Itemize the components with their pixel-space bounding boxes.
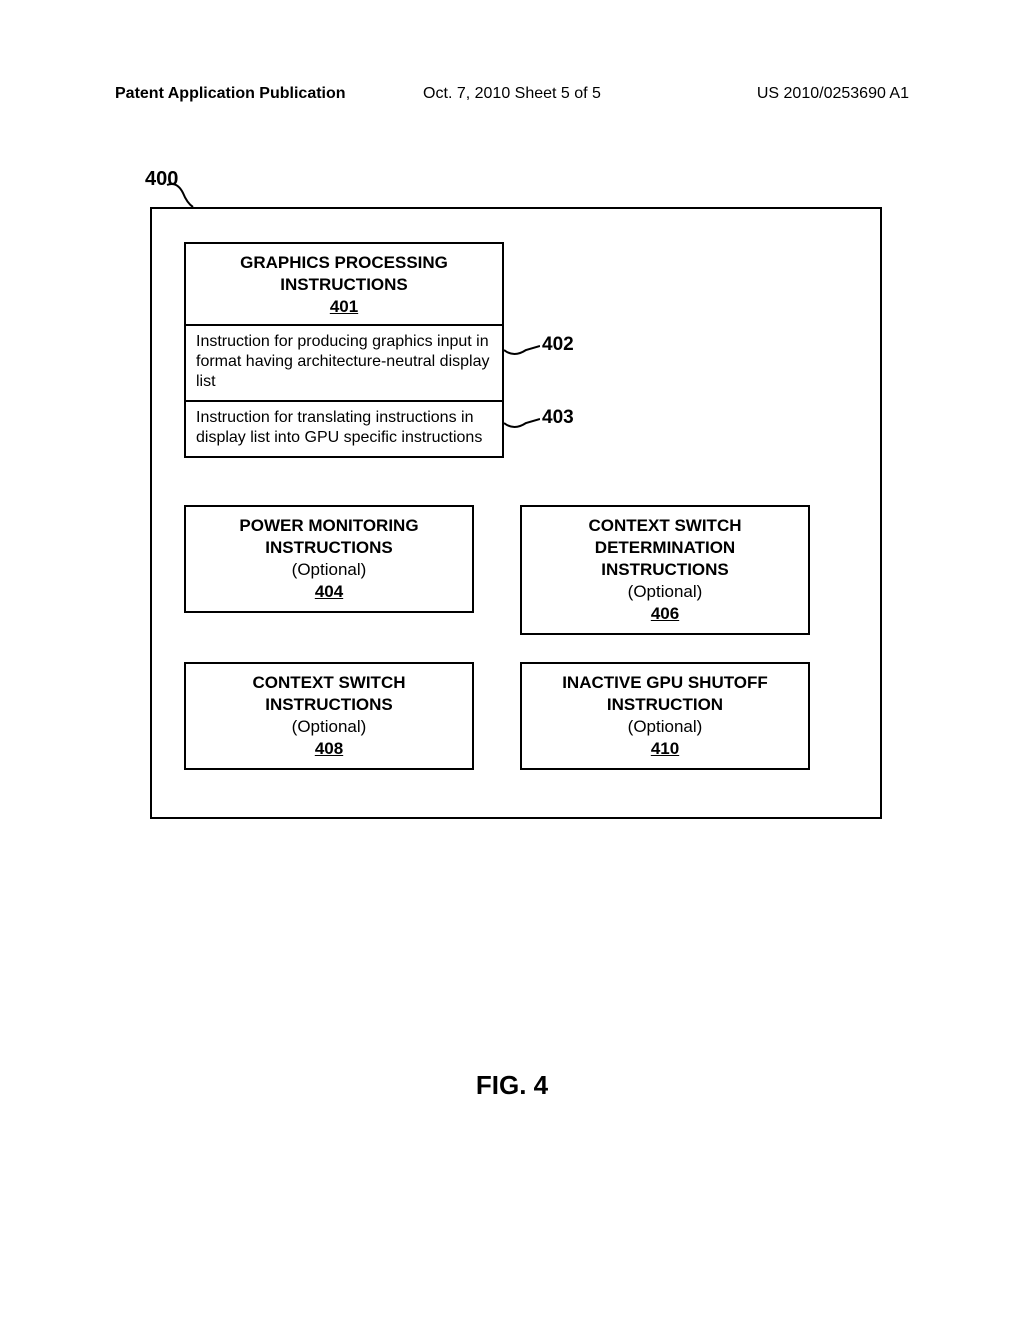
header-right: US 2010/0253690 A1 [757, 85, 909, 103]
box-graphics-processing: GRAPHICS PROCESSING INSTRUCTIONS 401 Ins… [184, 242, 504, 458]
leader-line-403-icon [504, 413, 540, 433]
box-410-ref: 410 [532, 738, 798, 760]
box-401-sub1: Instruction for producing graphics input… [186, 324, 502, 400]
box-410-title2: INSTRUCTION [532, 694, 798, 716]
box-406-ref: 406 [532, 603, 798, 625]
box-406-title1: CONTEXT SWITCH [532, 515, 798, 537]
main-container-box: GRAPHICS PROCESSING INSTRUCTIONS 401 Ins… [150, 207, 882, 819]
leader-curve-icon [165, 183, 195, 208]
box-401-sub2: Instruction for translating instructions… [186, 400, 502, 456]
box-406-title2: DETERMINATION [532, 537, 798, 559]
box-power-monitoring: POWER MONITORING INSTRUCTIONS (Optional)… [184, 505, 474, 613]
box-401-header: GRAPHICS PROCESSING INSTRUCTIONS 401 [186, 244, 502, 324]
box-408-ref: 408 [196, 738, 462, 760]
box-404-ref: 404 [196, 581, 462, 603]
leader-line-402-icon [504, 340, 540, 360]
box-context-switch: CONTEXT SWITCH INSTRUCTIONS (Optional) 4… [184, 662, 474, 770]
box-401-title1: GRAPHICS PROCESSING [198, 252, 490, 274]
box-inactive-gpu-shutoff: INACTIVE GPU SHUTOFF INSTRUCTION (Option… [520, 662, 810, 770]
box-406-optional: (Optional) [532, 581, 798, 603]
box-401-title2: INSTRUCTIONS [198, 274, 490, 296]
figure-label: FIG. 4 [0, 1070, 1024, 1101]
box-408-optional: (Optional) [196, 716, 462, 738]
box-410-optional: (Optional) [532, 716, 798, 738]
box-404-title2: INSTRUCTIONS [196, 537, 462, 559]
header-left: Patent Application Publication [115, 85, 346, 103]
page-header: Patent Application Publication Oct. 7, 2… [0, 85, 1024, 103]
box-401-ref: 401 [198, 296, 490, 318]
box-404-optional: (Optional) [196, 559, 462, 581]
box-404-title1: POWER MONITORING [196, 515, 462, 537]
box-context-switch-determination: CONTEXT SWITCH DETERMINATION INSTRUCTION… [520, 505, 810, 635]
box-406-title3: INSTRUCTIONS [532, 559, 798, 581]
box-410-title1: INACTIVE GPU SHUTOFF [532, 672, 798, 694]
box-408-title1: CONTEXT SWITCH [196, 672, 462, 694]
callout-403: 403 [542, 407, 574, 429]
box-408-title2: INSTRUCTIONS [196, 694, 462, 716]
callout-402: 402 [542, 334, 574, 356]
header-center: Oct. 7, 2010 Sheet 5 of 5 [423, 85, 601, 103]
